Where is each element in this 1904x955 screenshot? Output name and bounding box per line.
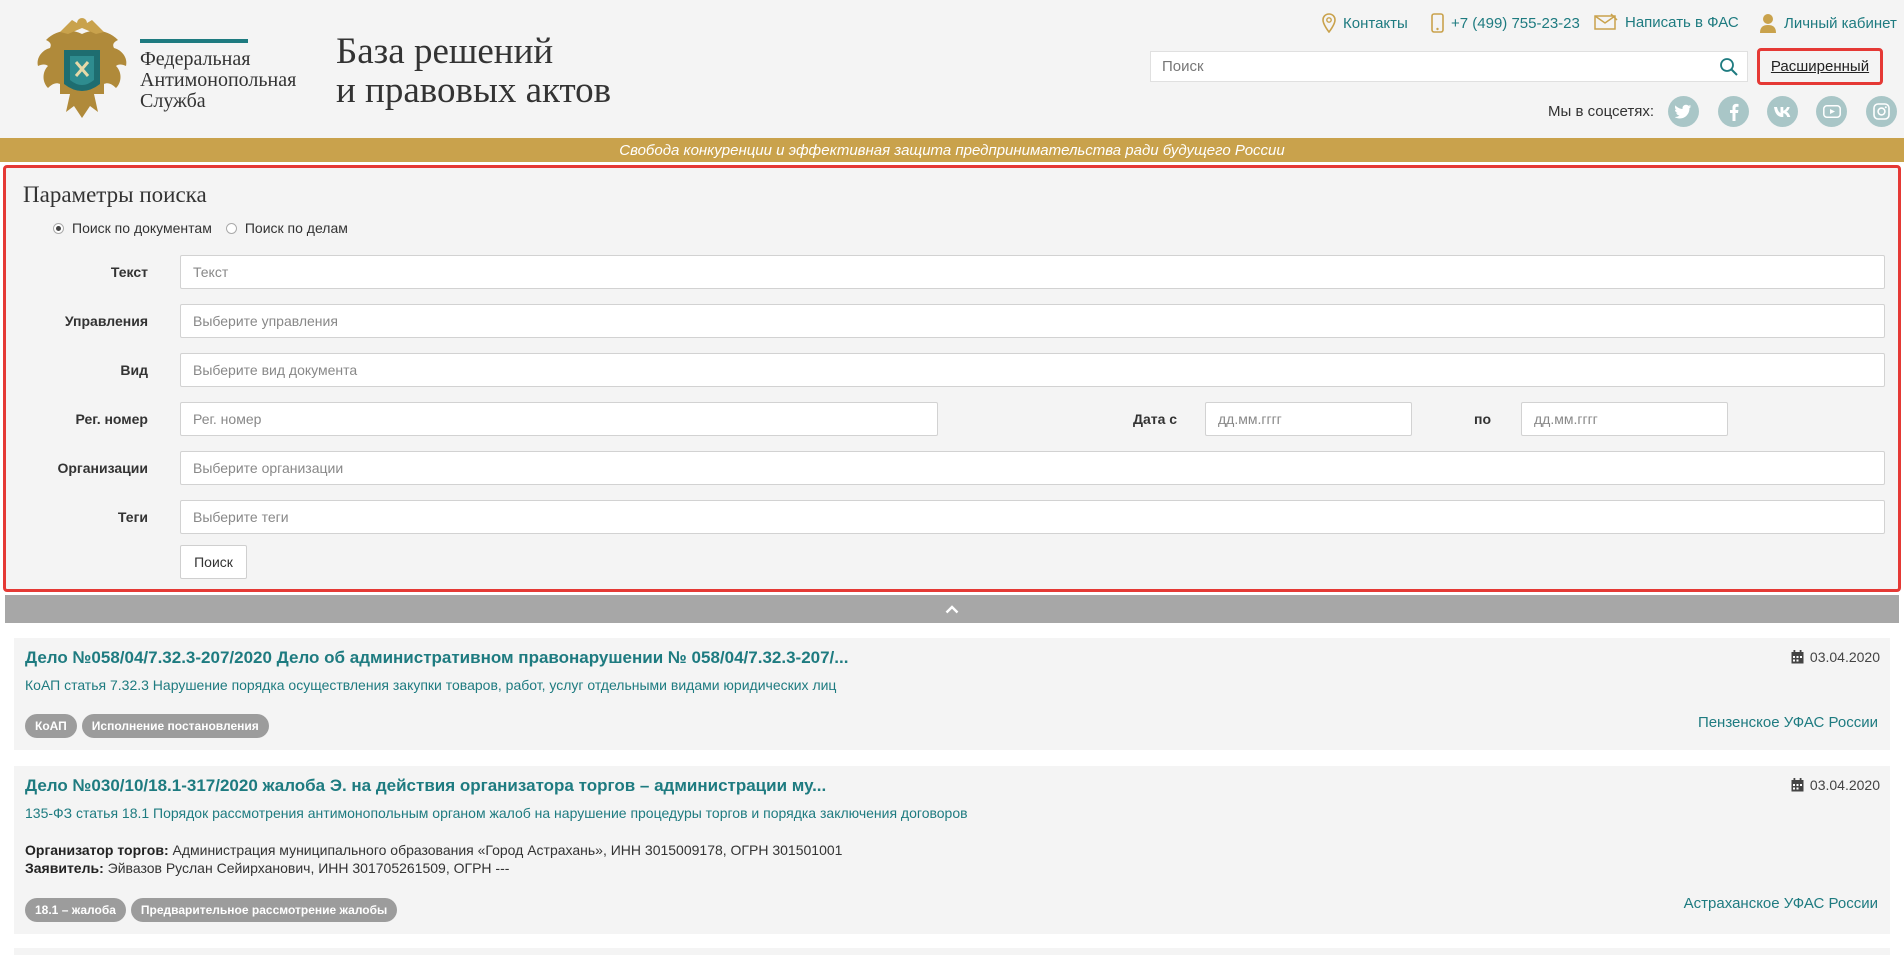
personal-cabinet-link[interactable]: Личный кабинет bbox=[1759, 13, 1897, 33]
result-tags: 18.1 – жалоба Предварительное рассмотрен… bbox=[25, 898, 398, 922]
result-organization[interactable]: Астраханское УФАС России bbox=[1684, 895, 1878, 912]
instagram-icon[interactable] bbox=[1866, 96, 1897, 127]
search-mode-group: Поиск по документам Поиск по делам bbox=[53, 220, 362, 236]
phone-icon bbox=[1431, 13, 1444, 33]
date-from-label: Дата с bbox=[1133, 411, 1178, 427]
result-card-partial bbox=[14, 948, 1890, 955]
doc-kind-label: Вид bbox=[120, 362, 148, 378]
result-detail-row: Заявитель: Эйвазов Руслан Сейирханович, … bbox=[25, 859, 842, 877]
reg-number-input[interactable] bbox=[181, 403, 937, 435]
tag-badge[interactable]: КоАП bbox=[25, 714, 77, 738]
search-cases-label[interactable]: Поиск по делам bbox=[245, 220, 348, 236]
agency-name-line: Федеральная bbox=[140, 48, 251, 70]
write-fas-label: Написать в ФАС bbox=[1625, 13, 1739, 31]
params-title: Параметры поиска bbox=[23, 182, 207, 207]
phone-link[interactable]: +7 (499) 755-23-23 bbox=[1431, 13, 1580, 33]
result-tags: КоАП Исполнение постановления bbox=[25, 714, 269, 738]
site-title-line: и правовых актов bbox=[336, 70, 612, 111]
page: Федеральная Антимонопольная Служба База … bbox=[0, 0, 1904, 955]
date-from-field bbox=[1205, 402, 1412, 436]
youtube-icon[interactable] bbox=[1816, 96, 1847, 127]
motto-text: Свобода конкуренции и эффективная защита… bbox=[619, 141, 1285, 159]
date-to-input[interactable] bbox=[1522, 403, 1727, 435]
tags-select[interactable] bbox=[181, 501, 1884, 533]
tags-field bbox=[180, 500, 1885, 534]
organizations-field bbox=[180, 451, 1885, 485]
agency-name: Федеральная Антимонопольная Служба bbox=[140, 49, 296, 112]
text-field bbox=[180, 255, 1885, 289]
result-detail-row: Организатор торгов: Администрация муници… bbox=[25, 841, 842, 859]
detail-key: Организатор торгов bbox=[25, 842, 164, 858]
result-card: Дело №058/04/7.32.3-207/2020 Дело об адм… bbox=[14, 638, 1890, 750]
motto-bar: Свобода конкуренции и эффективная защита… bbox=[0, 138, 1904, 162]
date-to-label: по bbox=[1474, 411, 1492, 427]
chevron-up-icon bbox=[945, 604, 959, 613]
departments-label: Управления bbox=[64, 313, 148, 329]
result-date: 03.04.2020 bbox=[1791, 777, 1880, 793]
advanced-search-link[interactable]: Расширенный bbox=[1757, 48, 1883, 85]
text-label: Текст bbox=[110, 264, 148, 280]
personal-cabinet-label: Личный кабинет bbox=[1784, 14, 1897, 32]
search-documents-label[interactable]: Поиск по документам bbox=[72, 220, 212, 236]
site-header: Федеральная Антимонопольная Служба База … bbox=[0, 0, 1904, 138]
write-fas-link[interactable]: Написать в ФАС bbox=[1594, 13, 1739, 31]
reg-number-label: Рег. номер bbox=[75, 411, 148, 427]
site-title: База решений и правовых актов bbox=[336, 32, 611, 110]
contacts-link[interactable]: Контакты bbox=[1322, 13, 1408, 33]
result-details: Организатор торгов: Администрация муници… bbox=[25, 841, 842, 877]
reg-number-field bbox=[180, 402, 938, 436]
detail-value: Эйвазов Руслан Сейирханович, ИНН 3017052… bbox=[107, 860, 510, 876]
phone-label: +7 (499) 755-23-23 bbox=[1451, 14, 1580, 32]
result-date-text: 03.04.2020 bbox=[1809, 649, 1880, 665]
result-title[interactable]: Дело №058/04/7.32.3-207/2020 Дело об адм… bbox=[25, 648, 848, 668]
departments-field bbox=[180, 304, 1885, 338]
fas-emblem-logo[interactable] bbox=[30, 14, 134, 124]
detail-key: Заявитель bbox=[25, 860, 100, 876]
contacts-label: Контакты bbox=[1343, 14, 1408, 32]
search-icon[interactable] bbox=[1719, 57, 1739, 77]
tag-badge[interactable]: 18.1 – жалоба bbox=[25, 898, 126, 922]
search-submit-button[interactable]: Поиск bbox=[180, 545, 247, 579]
collapse-params-bar[interactable] bbox=[5, 595, 1899, 623]
user-icon bbox=[1760, 14, 1776, 33]
departments-select[interactable] bbox=[181, 305, 1884, 337]
detail-value: Администрация муниципального образования… bbox=[172, 842, 843, 858]
result-date-text: 03.04.2020 bbox=[1809, 777, 1880, 793]
text-input[interactable] bbox=[181, 256, 1884, 288]
calendar-icon bbox=[1791, 778, 1804, 792]
agency-accent-bar bbox=[140, 39, 248, 43]
agency-name-line: Антимонопольная bbox=[140, 69, 297, 91]
tags-label: Теги bbox=[117, 509, 148, 525]
tag-badge[interactable]: Предварительное рассмотрение жалобы bbox=[130, 898, 398, 922]
search-cases-radio[interactable] bbox=[225, 222, 237, 234]
tag-badge[interactable]: Исполнение постановления bbox=[81, 714, 269, 738]
doc-kind-field bbox=[180, 353, 1885, 387]
date-to-field bbox=[1521, 402, 1728, 436]
result-subtitle[interactable]: КоАП статья 7.32.3 Нарушение порядка осу… bbox=[25, 677, 836, 693]
organizations-label: Организации bbox=[57, 460, 148, 476]
date-from-input[interactable] bbox=[1206, 403, 1411, 435]
twitter-icon[interactable] bbox=[1668, 96, 1699, 127]
result-title[interactable]: Дело №030/10/18.1-317/2020 жалоба Э. на … bbox=[25, 776, 826, 796]
doc-kind-select[interactable] bbox=[181, 354, 1884, 386]
envelope-icon bbox=[1594, 13, 1618, 30]
search-parameters-panel: Параметры поиска Поиск по документам Пои… bbox=[3, 165, 1901, 592]
site-title-line: База решений bbox=[336, 31, 554, 72]
result-organization[interactable]: Пензенское УФАС России bbox=[1698, 714, 1878, 731]
map-pin-icon bbox=[1322, 13, 1336, 33]
detail-colon: : bbox=[99, 860, 104, 876]
vk-icon[interactable] bbox=[1767, 96, 1798, 127]
result-date: 03.04.2020 bbox=[1791, 649, 1880, 665]
calendar-icon bbox=[1791, 650, 1804, 664]
social-label: Мы в соцсетях: bbox=[1548, 103, 1655, 120]
search-documents-radio[interactable] bbox=[53, 222, 64, 234]
detail-colon: : bbox=[163, 842, 169, 858]
facebook-icon[interactable] bbox=[1718, 96, 1749, 127]
agency-name-line: Служба bbox=[140, 90, 206, 112]
header-search-input[interactable] bbox=[1151, 52, 1702, 81]
header-search-box bbox=[1150, 51, 1748, 82]
result-subtitle[interactable]: 135-ФЗ статья 18.1 Порядок рассмотрения … bbox=[25, 805, 968, 821]
organizations-select[interactable] bbox=[181, 452, 1884, 484]
result-card: Дело №030/10/18.1-317/2020 жалоба Э. на … bbox=[14, 766, 1890, 934]
